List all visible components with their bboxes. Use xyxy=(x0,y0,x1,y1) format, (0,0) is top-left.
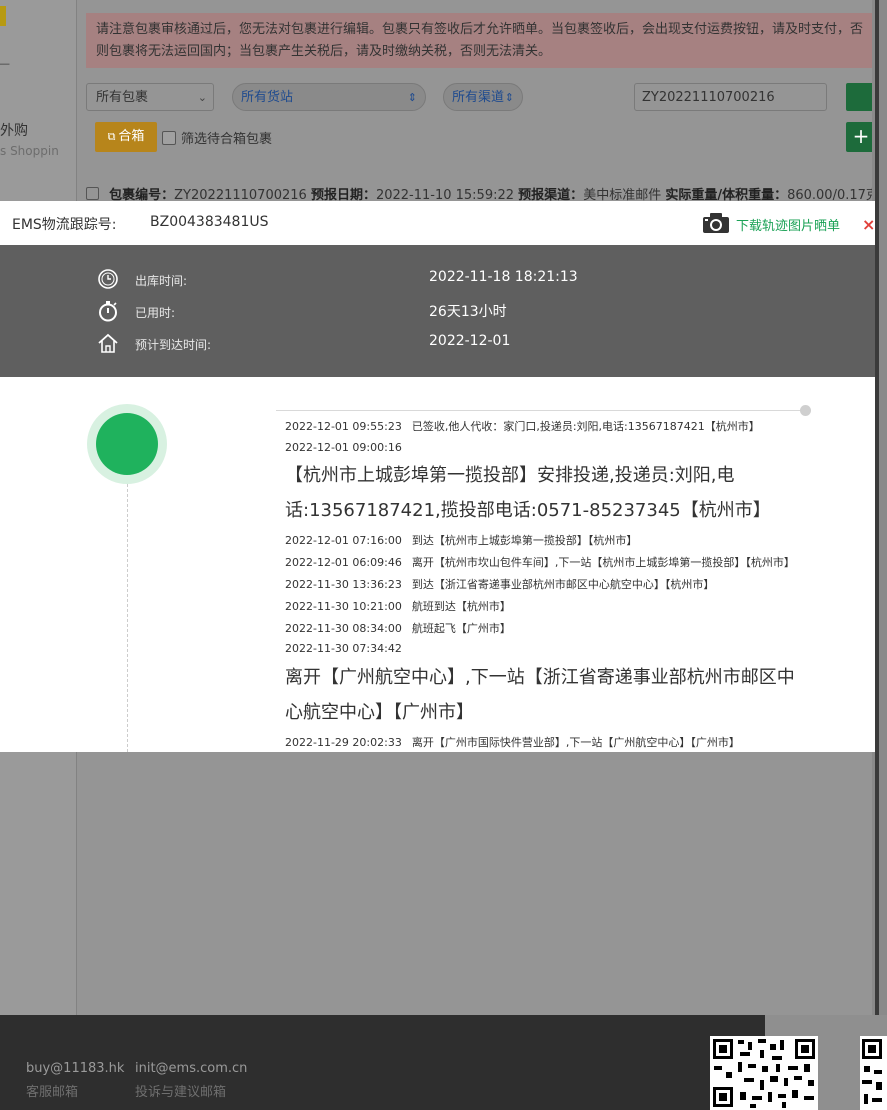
chevron-down-icon: ⌄ xyxy=(197,91,207,104)
event-time: 2022-12-01 09:00:16 xyxy=(285,441,402,454)
timeline-end-dot xyxy=(800,405,811,416)
timeline-line xyxy=(127,484,128,752)
timeline-event: 2022-11-30 07:34:42 xyxy=(285,642,412,655)
package-search-input[interactable]: ZY20221110700216 xyxy=(634,83,827,111)
chevron-updown-icon: ⇕ xyxy=(407,91,417,104)
event-time: 2022-12-01 06:09:46 xyxy=(285,556,402,569)
event-text: 到达【杭州市上城彭埠第一揽投部】【杭州市】 xyxy=(411,534,638,547)
warehouse-filter-value: 所有货站 xyxy=(241,90,294,105)
clock-icon xyxy=(97,268,119,290)
status-dot-icon xyxy=(87,404,167,484)
event-time: 2022-11-30 10:21:00 xyxy=(285,600,402,613)
event-text: 航班起飞【广州市】 xyxy=(411,622,511,635)
elapsed-label: 已用时: xyxy=(135,306,176,320)
event-time: 2022-11-30 07:34:42 xyxy=(285,642,402,655)
summary-row-eta: 预计到达时间: 2022-12-01 xyxy=(0,332,875,356)
tracking-summary: 出库时间: 2022-11-18 18:21:13 已用时: 26天13小时 预… xyxy=(0,245,875,377)
timeline-event: 2022-11-29 20:02:33 离开【广州市国际快件营业部】,下一站【广州… xyxy=(285,734,740,750)
timeline-divider xyxy=(276,410,806,411)
chevron-updown-icon: ⇕ xyxy=(504,91,514,104)
event-text: 离开【广州市国际快件营业部】,下一站【广州航空中心】【广州市】 xyxy=(411,736,740,749)
merge-icon: ⧉ xyxy=(107,130,116,143)
event-time: 2022-12-01 07:16:00 xyxy=(285,534,402,547)
home-icon xyxy=(97,332,119,354)
event-text: 离开【杭州市坎山包件车间】,下一站【杭州市上城彭埠第一揽投部】【杭州市】 xyxy=(411,556,795,569)
sidebar-small-text: — xyxy=(0,57,10,70)
logo-fragment xyxy=(0,6,6,26)
event-time: 2022-12-01 09:55:23 xyxy=(285,420,402,433)
eta-value: 2022-12-01 xyxy=(429,333,511,349)
summary-row-ship-time: 出库时间: 2022-11-18 18:21:13 xyxy=(0,268,875,292)
event-text: 已签收,他人代收：家门口,投递员:刘阳,电话:13567187421【杭州市】 xyxy=(411,420,760,433)
tracking-number-label: EMS物流跟踪号: xyxy=(12,217,117,233)
stopwatch-icon xyxy=(97,300,119,322)
download-track-image-link[interactable]: 下载轨迹图片晒单 xyxy=(736,215,840,234)
channel-filter-select[interactable]: 所有渠道 ⇕ xyxy=(443,83,523,111)
qr-code-icon xyxy=(710,1036,818,1110)
tracking-modal: EMS物流跟踪号: BZ004383481US 下载轨迹图片晒单 × 出库时间:… xyxy=(0,201,875,752)
support-email[interactable]: buy@11183.hk xyxy=(26,1061,124,1076)
timeline-event: 2022-11-30 10:21:00 航班到达【杭州市】 xyxy=(285,598,511,614)
timeline-event: 2022-12-01 06:09:46 离开【杭州市坎山包件车间】,下一站【杭州市… xyxy=(285,554,795,570)
ship-time-label: 出库时间: xyxy=(135,274,188,288)
merge-button-label: 合箱 xyxy=(118,129,145,144)
event-text: 航班到达【杭州市】 xyxy=(411,600,511,613)
camera-icon[interactable] xyxy=(702,212,730,238)
package-filter-value: 所有包裹 xyxy=(96,90,149,105)
notice-banner: 请注意包裹审核通过后，您无法对包裹进行编辑。包裹只有签收后才允许晒单。当包裹签收… xyxy=(86,13,872,68)
warehouse-filter-select[interactable]: 所有货站 ⇕ xyxy=(232,83,426,111)
scrollbar-track[interactable] xyxy=(875,0,879,1110)
checkbox-icon[interactable] xyxy=(162,131,176,145)
package-filter-select[interactable]: 所有包裹 ⌄ xyxy=(86,83,214,111)
timeline-event: 2022-11-30 13:36:23 到达【浙江省寄递事业部杭州市邮区中心航空中… xyxy=(285,576,714,592)
channel-filter-value: 所有渠道 xyxy=(452,90,505,105)
complaint-email-caption: 投诉与建议邮箱 xyxy=(135,1085,227,1100)
tracking-number: BZ004383481US xyxy=(150,214,269,230)
timeline-event: 2022-12-01 09:55:23 已签收,他人代收：家门口,投递员:刘阳,电… xyxy=(285,418,760,434)
brand-title: 外购 xyxy=(0,123,28,139)
event-time: 2022-11-29 20:02:33 xyxy=(285,736,402,749)
merge-button[interactable]: ⧉ 合箱 xyxy=(95,122,157,152)
filter-merge-checkbox[interactable]: 筛选待合箱包裹 xyxy=(162,128,272,147)
summary-row-elapsed: 已用时: 26天13小时 xyxy=(0,300,875,324)
tracking-timeline: 2022-12-01 09:55:23 已签收,他人代收：家门口,投递员:刘阳,电… xyxy=(0,377,875,752)
timeline-event: 2022-12-01 09:00:16 xyxy=(285,441,412,454)
close-icon[interactable]: × xyxy=(862,217,875,233)
timeline-event-highlight: 【杭州市上城彭埠第一揽投部】安排投递,投递员:刘阳,电话:13567187421… xyxy=(285,465,771,521)
ship-time-value: 2022-11-18 18:21:13 xyxy=(429,269,578,285)
row-checkbox[interactable] xyxy=(86,187,99,200)
event-time: 2022-11-30 13:36:23 xyxy=(285,578,402,591)
modal-header: EMS物流跟踪号: BZ004383481US 下载轨迹图片晒单 × xyxy=(0,201,875,245)
complaint-email[interactable]: init@ems.com.cn xyxy=(135,1061,247,1076)
brand-subtitle: s Shoppin xyxy=(0,144,59,158)
event-time: 2022-11-30 08:34:00 xyxy=(285,622,402,635)
timeline-event: 2022-11-30 08:34:00 航班起飞【广州市】 xyxy=(285,620,511,636)
timeline-event: 2022-12-01 07:16:00 到达【杭州市上城彭埠第一揽投部】【杭州市】 xyxy=(285,532,637,548)
event-text: 到达【浙江省寄递事业部杭州市邮区中心航空中心】【杭州市】 xyxy=(411,578,715,591)
support-email-caption: 客服邮箱 xyxy=(26,1085,79,1100)
timeline-event-highlight: 离开【广州航空中心】,下一站【浙江省寄递事业部杭州市邮区中心航空中心】【广州市】 xyxy=(285,667,795,723)
elapsed-value: 26天13小时 xyxy=(429,304,507,320)
filter-merge-label: 筛选待合箱包裹 xyxy=(181,132,273,147)
eta-label: 预计到达时间: xyxy=(135,338,212,352)
qr-code-icon xyxy=(860,1036,887,1110)
